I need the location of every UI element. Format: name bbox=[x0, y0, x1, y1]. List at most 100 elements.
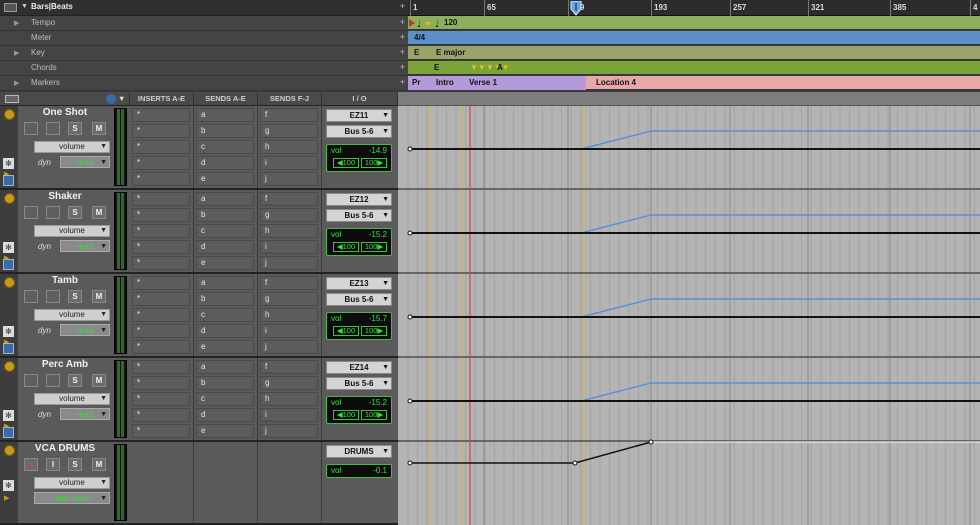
send-slot[interactable]: i bbox=[260, 408, 318, 422]
automation-breakpoint[interactable] bbox=[407, 230, 413, 236]
sends-ae-header[interactable]: SENDS A-E bbox=[194, 92, 258, 106]
send-slot[interactable]: g bbox=[260, 124, 318, 138]
send-slot[interactable]: j bbox=[260, 424, 318, 438]
input-monitor-button[interactable] bbox=[46, 374, 60, 387]
pan-left[interactable]: ◀100 bbox=[333, 158, 359, 168]
expand-triangle-icon[interactable]: ▶ bbox=[14, 79, 19, 87]
ruler-markers[interactable]: ▶ Markers + bbox=[0, 76, 408, 91]
automation-view-select[interactable]: volume ▼ bbox=[34, 309, 110, 321]
track[interactable]: ✻ ▶ Perc Amb S M volume▼ dyn read▼ *****… bbox=[0, 358, 398, 442]
automation-breakpoint[interactable] bbox=[648, 439, 654, 445]
playhead-marker-icon[interactable] bbox=[568, 1, 584, 16]
automation-view-select[interactable]: volume ▼ bbox=[34, 477, 110, 489]
add-chord-icon[interactable]: + bbox=[400, 62, 405, 72]
pan-right[interactable]: 100▶ bbox=[361, 410, 387, 420]
input-select[interactable]: EZ13 ▼ bbox=[326, 277, 392, 290]
expand-lanes-icon[interactable]: ▶ bbox=[4, 494, 9, 502]
send-slot[interactable]: e bbox=[196, 172, 254, 186]
send-slot[interactable]: f bbox=[260, 276, 318, 290]
automation-breakpoint[interactable] bbox=[407, 460, 413, 466]
automation-mode-select[interactable]: read ▼ bbox=[60, 156, 110, 168]
marker-pr[interactable]: Pr bbox=[412, 78, 420, 87]
record-button[interactable] bbox=[24, 374, 38, 387]
blue-indicator-icon[interactable] bbox=[3, 427, 14, 438]
dropdown-icon[interactable]: ▼ bbox=[118, 92, 125, 106]
send-slot[interactable]: e bbox=[196, 424, 254, 438]
send-slot[interactable]: h bbox=[260, 308, 318, 322]
blue-indicator-icon[interactable] bbox=[3, 259, 14, 270]
sends-fj-header[interactable]: SENDS F-J bbox=[258, 92, 322, 106]
output-select[interactable]: Bus 5-6 ▼ bbox=[326, 377, 392, 390]
add-ruler-icon[interactable]: + bbox=[400, 1, 405, 11]
automation-mode-select[interactable]: read ▼ bbox=[60, 324, 110, 336]
key-lane[interactable]: E E major bbox=[408, 46, 980, 60]
input-monitor-button[interactable]: I bbox=[46, 458, 60, 471]
marker-intro[interactable]: Intro bbox=[436, 78, 454, 87]
send-slot[interactable]: a bbox=[196, 108, 254, 122]
pan-left[interactable]: ◀100 bbox=[333, 242, 359, 252]
ruler-tempo[interactable]: ▶ Tempo + bbox=[0, 16, 408, 31]
ruler-key[interactable]: ▶ Key + bbox=[0, 46, 408, 61]
marker-verse-1[interactable]: Verse 1 bbox=[469, 78, 497, 87]
automation-line-blue[interactable] bbox=[580, 298, 980, 318]
bars-beats-ruler-header[interactable]: ▼ Bars|Beats + bbox=[0, 0, 408, 16]
send-slot[interactable]: f bbox=[260, 192, 318, 206]
send-slot[interactable]: j bbox=[260, 340, 318, 354]
markers-lane[interactable]: Pr Intro Verse 1 Location 4 bbox=[408, 76, 980, 90]
bars-beats-ruler[interactable]: 1 65 129 193 257 321 385 4 bbox=[408, 0, 980, 16]
insert-slot[interactable]: * bbox=[132, 408, 190, 422]
record-button[interactable] bbox=[24, 206, 38, 219]
automation-view-select[interactable]: volume ▼ bbox=[34, 225, 110, 237]
send-slot[interactable]: d bbox=[196, 324, 254, 338]
volume-value[interactable]: -15.2 bbox=[369, 398, 387, 407]
track-select-handle-icon[interactable] bbox=[4, 445, 15, 456]
timeline-rulers[interactable]: 1 65 129 193 257 321 385 4 ♩ ♩ 120 4/4 bbox=[408, 0, 980, 92]
automation-line-blue[interactable] bbox=[580, 382, 980, 402]
freeze-icon[interactable]: ✻ bbox=[3, 326, 14, 337]
track-name[interactable]: Perc Amb bbox=[18, 359, 112, 370]
automation-line-blue[interactable] bbox=[580, 214, 980, 234]
volume-value[interactable]: -14.9 bbox=[369, 146, 387, 155]
mute-button[interactable]: M bbox=[92, 206, 106, 219]
insert-slot[interactable]: * bbox=[132, 224, 190, 238]
automation-breakpoint[interactable] bbox=[572, 460, 578, 466]
expand-triangle-icon[interactable]: ▶ bbox=[14, 49, 19, 57]
automation-mode-select[interactable]: auto read ▼ bbox=[34, 492, 110, 504]
automation-line-blue[interactable] bbox=[580, 130, 980, 150]
insert-slot[interactable]: * bbox=[132, 140, 190, 154]
pan-left[interactable]: ◀100 bbox=[333, 410, 359, 420]
track-list-header[interactable]: ▼ bbox=[0, 92, 130, 106]
track-select-handle-icon[interactable] bbox=[4, 193, 15, 204]
solo-button[interactable]: S bbox=[68, 122, 82, 135]
insert-slot[interactable]: * bbox=[132, 308, 190, 322]
insert-slot[interactable]: * bbox=[132, 240, 190, 254]
marker-location-4[interactable]: Location 4 bbox=[596, 78, 636, 87]
insert-slot[interactable]: * bbox=[132, 324, 190, 338]
send-slot[interactable]: b bbox=[196, 292, 254, 306]
send-slot[interactable]: c bbox=[196, 224, 254, 238]
input-select[interactable]: EZ14 ▼ bbox=[326, 361, 392, 374]
ruler-chords[interactable]: Chords + bbox=[0, 61, 408, 76]
mute-button[interactable]: M bbox=[92, 122, 106, 135]
track-name[interactable]: Shaker bbox=[18, 191, 112, 202]
solo-button[interactable]: S bbox=[68, 290, 82, 303]
mute-button[interactable]: M bbox=[92, 374, 106, 387]
blue-indicator-icon[interactable] bbox=[3, 175, 14, 186]
send-slot[interactable]: i bbox=[260, 240, 318, 254]
send-slot[interactable]: j bbox=[260, 172, 318, 186]
add-meter-icon[interactable]: + bbox=[400, 32, 405, 42]
input-select[interactable]: EZ12 ▼ bbox=[326, 193, 392, 206]
insert-slot[interactable]: * bbox=[132, 424, 190, 438]
solo-button[interactable]: S bbox=[68, 458, 82, 471]
send-slot[interactable]: f bbox=[260, 108, 318, 122]
send-slot[interactable]: a bbox=[196, 192, 254, 206]
volume-value[interactable]: -0.1 bbox=[373, 466, 387, 475]
add-marker-icon[interactable]: + bbox=[400, 77, 405, 87]
meter-lane[interactable]: 4/4 bbox=[408, 31, 980, 45]
freeze-icon[interactable]: ✻ bbox=[3, 480, 14, 491]
send-slot[interactable]: d bbox=[196, 156, 254, 170]
track-name[interactable]: Tamb bbox=[18, 275, 112, 286]
send-slot[interactable]: f bbox=[260, 360, 318, 374]
insert-slot[interactable]: * bbox=[132, 340, 190, 354]
record-button[interactable]: ● bbox=[24, 458, 38, 471]
